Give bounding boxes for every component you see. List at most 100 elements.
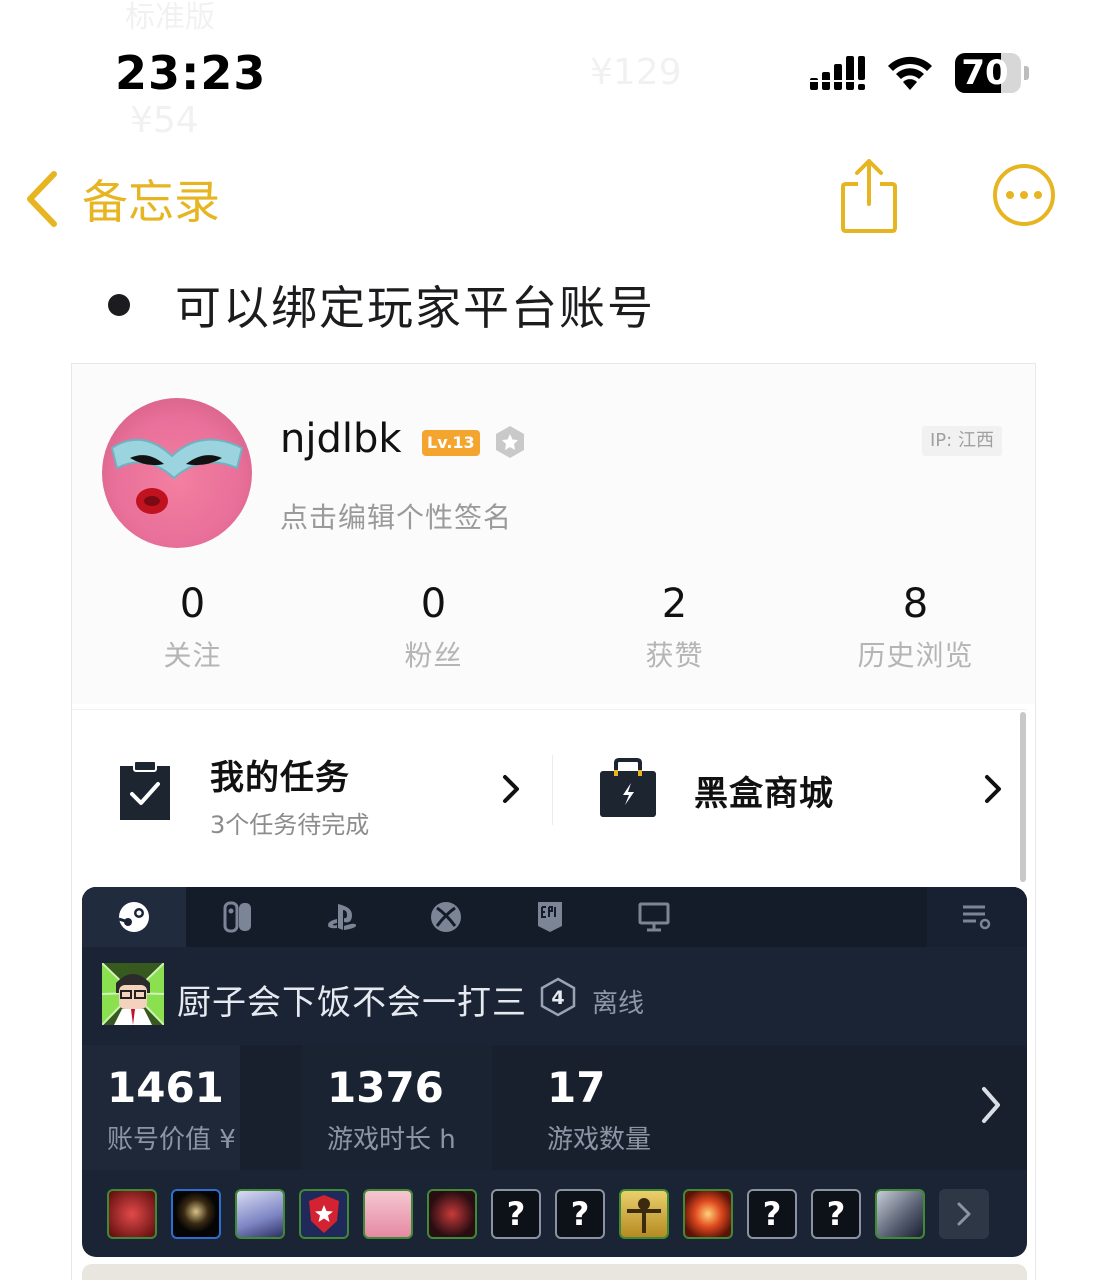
pc-monitor-icon (638, 902, 670, 932)
game-icon[interactable] (875, 1188, 925, 1239)
back-button[interactable]: 备忘录 (22, 166, 220, 232)
unknown-game-icon[interactable]: ? (555, 1188, 605, 1239)
chevron-right-icon (982, 1087, 1000, 1123)
bullet-dot (108, 294, 130, 316)
cellular-signal-icon (810, 56, 865, 90)
status-time: 23:23 (115, 46, 267, 100)
wifi-icon (888, 56, 932, 90)
game-icon[interactable] (427, 1188, 477, 1239)
epic-games-icon (538, 902, 562, 932)
metric-value: 17 (547, 1063, 606, 1112)
stat-value: 2 (661, 581, 688, 627)
game-icon[interactable] (363, 1188, 413, 1239)
tab-steam[interactable] (82, 887, 186, 947)
clipboard-check-icon (120, 760, 170, 820)
account-name: 厨子会下饭不会一打三 (177, 983, 527, 1023)
stat-value: 0 (420, 581, 447, 627)
avatar-face-icon (110, 438, 244, 514)
signature-placeholder[interactable]: 点击编辑个性签名 (280, 496, 512, 536)
metric-value: 1376 (327, 1063, 444, 1112)
metric-value: 1461 (107, 1063, 224, 1112)
battery-cap (1024, 66, 1029, 80)
scrollbar[interactable] (1020, 712, 1026, 882)
my-tasks-title: 我的任务 (210, 758, 350, 798)
battery-percent: 70 (961, 53, 1009, 93)
game-platform-panel: 厨子会下饭不会一打三 4 离线 1461 账号价值 ¥ 1376 游戏时长 h … (82, 887, 1027, 1257)
status-bar: 23:23 70 (0, 0, 1107, 140)
verification-badge-icon[interactable] (492, 424, 528, 460)
stat-label: 粉丝 (404, 639, 463, 672)
platform-settings-button[interactable] (927, 887, 1027, 947)
game-icon[interactable] (619, 1188, 669, 1239)
scarecrow-icon (627, 1197, 661, 1233)
chevron-right-icon (503, 775, 519, 803)
metric-playtime: 1376 游戏时长 h (302, 1045, 492, 1170)
nav-bar: 备忘录 (0, 150, 1107, 242)
profile-header: njdlbk Lv.13 IP: 江西 点击编辑个性签名 0 关注 0 粉丝 2… (72, 364, 1035, 704)
stat-following[interactable]: 0 关注 (72, 580, 313, 680)
heybox-shop-entry[interactable]: 黑盒商城 (552, 710, 1027, 865)
stat-likes[interactable]: 2 获赞 (554, 580, 795, 680)
game-icon-strip: ? ? ? ? (82, 1170, 1027, 1257)
my-tasks-subtitle: 3个任务待完成 (210, 811, 370, 839)
stat-label: 关注 (163, 639, 222, 672)
note-text: 可以绑定玩家平台账号 (175, 281, 655, 335)
shop-title: 黑盒商城 (694, 774, 834, 814)
metric-game-count: 17 游戏数量 (522, 1045, 722, 1170)
embedded-screenshot[interactable]: njdlbk Lv.13 IP: 江西 点击编辑个性签名 0 关注 0 粉丝 2… (71, 363, 1036, 1280)
dot-icon (1006, 191, 1014, 199)
more-games-button[interactable] (939, 1188, 989, 1239)
stat-value: 0 (179, 581, 206, 627)
linked-account-row[interactable]: 厨子会下饭不会一打三 4 离线 (82, 947, 1027, 1045)
tab-xbox[interactable] (394, 887, 498, 947)
task-shop-row: 我的任务 3个任务待完成 黑盒商城 (72, 709, 1027, 864)
chevron-left-icon (27, 171, 57, 227)
tab-pc[interactable] (602, 887, 706, 947)
stat-value: 8 (902, 581, 929, 627)
battery-icon: 70 (955, 53, 1021, 93)
account-level-badge: 4 (540, 977, 576, 1017)
my-tasks-entry[interactable]: 我的任务 3个任务待完成 (72, 710, 552, 865)
stat-label: 历史浏览 (857, 639, 974, 672)
ip-location-tag: IP: 江西 (922, 426, 1002, 456)
list-settings-icon (963, 905, 991, 930)
platform-tabs (82, 887, 1027, 947)
dot-icon (1034, 191, 1042, 199)
shield-star-icon (309, 1194, 339, 1233)
username[interactable]: njdlbk (280, 416, 402, 462)
unknown-game-icon[interactable]: ? (747, 1188, 797, 1239)
game-icon[interactable] (171, 1188, 221, 1239)
dot-icon (1020, 191, 1028, 199)
profile-stats: 0 关注 0 粉丝 2 获赞 8 历史浏览 (72, 580, 1035, 680)
anime-avatar-icon (102, 963, 164, 1025)
chevron-right-icon (985, 775, 1001, 803)
game-icon[interactable] (235, 1188, 285, 1239)
account-level-value: 4 (551, 987, 564, 1009)
stat-followers[interactable]: 0 粉丝 (313, 580, 554, 680)
avatar[interactable] (102, 398, 252, 548)
chevron-right-icon (957, 1202, 971, 1225)
account-status: 离线 (592, 989, 645, 1019)
game-icon[interactable] (299, 1188, 349, 1239)
next-card-edge (82, 1264, 1027, 1280)
back-label: 备忘录 (82, 175, 220, 229)
level-badge: Lv.13 (422, 430, 480, 456)
tab-playstation[interactable] (290, 887, 394, 947)
stat-history[interactable]: 8 历史浏览 (795, 580, 1035, 680)
share-icon[interactable] (838, 158, 900, 234)
metric-account-value: 1461 账号价值 ¥ (82, 1045, 240, 1170)
account-avatar (102, 963, 164, 1025)
unknown-game-icon[interactable]: ? (491, 1188, 541, 1239)
game-icon[interactable] (107, 1188, 157, 1239)
playstation-icon (328, 904, 357, 930)
unknown-game-icon[interactable]: ? (811, 1188, 861, 1239)
stat-label: 获赞 (645, 639, 704, 672)
game-icon[interactable] (683, 1188, 733, 1239)
metric-label: 账号价值 ¥ (107, 1125, 236, 1155)
more-options-button[interactable] (993, 164, 1055, 226)
tab-switch[interactable] (186, 887, 290, 947)
account-metrics[interactable]: 1461 账号价值 ¥ 1376 游戏时长 h 17 游戏数量 (82, 1045, 1027, 1170)
note-bullet-item[interactable]: 可以绑定玩家平台账号 (108, 272, 655, 338)
tab-epic[interactable] (498, 887, 602, 947)
metric-label: 游戏时长 h (327, 1125, 456, 1155)
